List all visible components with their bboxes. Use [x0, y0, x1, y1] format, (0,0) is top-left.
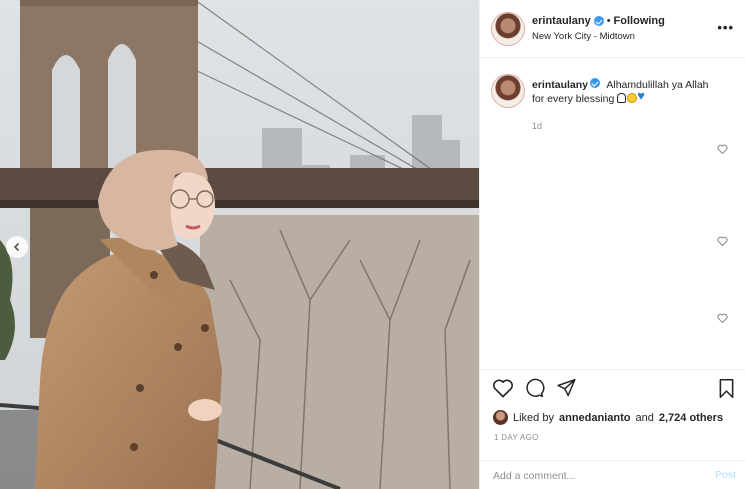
caption-timestamp[interactable]: 1d: [532, 121, 542, 131]
bookmark-icon[interactable]: [718, 378, 735, 399]
smiling-face-emoji-icon: [627, 93, 638, 103]
photo-scene: [0, 0, 479, 489]
post-comment-button[interactable]: Post: [715, 469, 736, 481]
liked-by-and: and: [635, 411, 654, 424]
post-header: erintaulany • Following New York City - …: [480, 0, 745, 58]
post-photo[interactable]: [0, 0, 479, 489]
liked-by-prefix: Liked by: [513, 411, 554, 424]
liked-by-user[interactable]: annedanianto: [559, 412, 631, 424]
comment-like-icon[interactable]: [717, 313, 728, 323]
comment-bar: Post: [480, 460, 745, 489]
following-button[interactable]: Following: [614, 15, 665, 27]
verified-badge-icon: [593, 16, 604, 26]
author-avatar[interactable]: [492, 13, 524, 45]
location-link[interactable]: New York City - Midtown: [532, 31, 635, 42]
carousel-prev-button[interactable]: [6, 236, 28, 258]
likes-count[interactable]: 2,724 others: [659, 412, 723, 424]
post-timestamp[interactable]: 1 DAY AGO: [494, 433, 539, 442]
heart-icon[interactable]: [492, 378, 514, 398]
comment-like-icon[interactable]: [717, 144, 728, 154]
comment-input[interactable]: [493, 468, 693, 483]
folded-hands-emoji-icon: [617, 93, 627, 103]
comment-icon[interactable]: [524, 378, 545, 398]
blue-heart-emoji-icon: [637, 89, 648, 103]
likes-summary: Liked by annedanianto and 2,724 others: [493, 410, 723, 425]
post-actions: Liked by annedanianto and 2,724 others 1…: [480, 369, 745, 461]
comments-area[interactable]: erintaulany Alhamdulillah ya Allah for e…: [480, 58, 745, 369]
caption-author-avatar[interactable]: [492, 75, 524, 107]
liker-avatar[interactable]: [493, 410, 508, 425]
comment-like-icon[interactable]: [717, 236, 728, 246]
more-options-icon[interactable]: •••: [717, 20, 734, 35]
chevron-left-icon: [13, 242, 20, 252]
separator-dot: •: [606, 15, 611, 27]
author-username[interactable]: erintaulany: [532, 15, 591, 27]
caption-username[interactable]: erintaulany: [532, 79, 588, 91]
verified-badge-icon: [590, 78, 601, 88]
post-side-panel: erintaulany • Following New York City - …: [479, 0, 745, 489]
author-line: erintaulany • Following: [532, 15, 665, 27]
caption-text: erintaulany Alhamdulillah ya Allah for e…: [532, 78, 717, 106]
share-icon[interactable]: [556, 378, 577, 398]
